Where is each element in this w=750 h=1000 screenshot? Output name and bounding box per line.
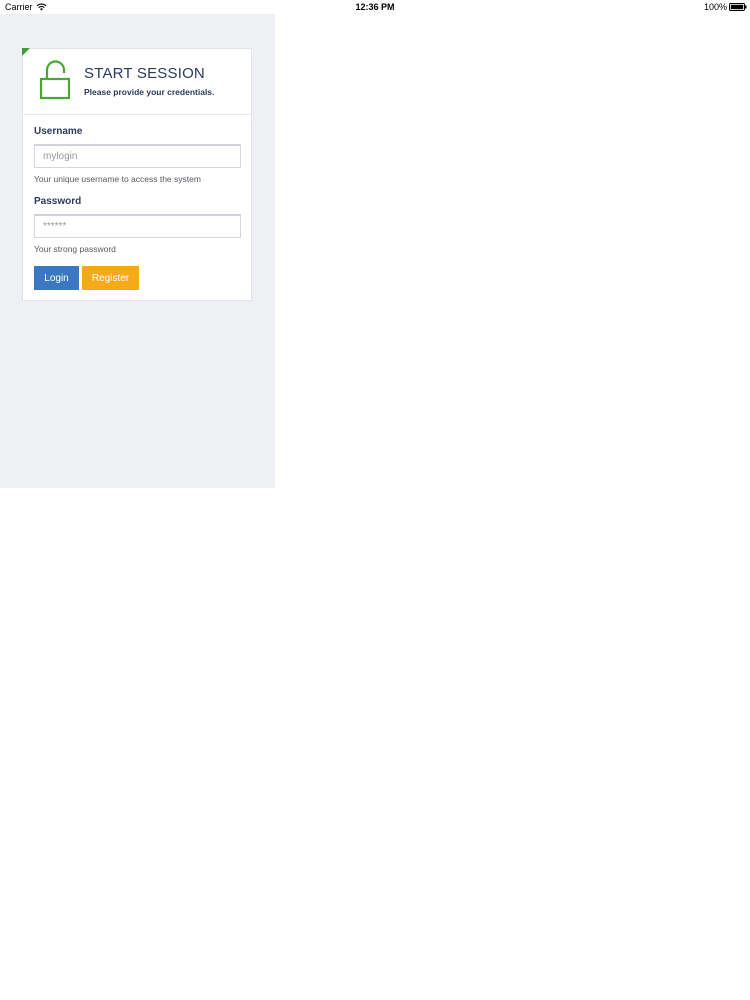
unlocked-padlock-icon bbox=[39, 60, 71, 100]
battery-icon bbox=[729, 3, 747, 11]
status-bar: Carrier 12:36 PM 100% bbox=[0, 0, 750, 14]
password-label: Password bbox=[34, 196, 82, 207]
card-header: START SESSION Please provide your creden… bbox=[23, 49, 251, 115]
username-label: Username bbox=[34, 126, 83, 137]
register-button[interactable]: Register bbox=[82, 266, 139, 290]
username-input[interactable] bbox=[34, 144, 241, 168]
username-help: Your unique username to access the syste… bbox=[34, 174, 201, 184]
login-card: START SESSION Please provide your creden… bbox=[22, 48, 252, 301]
card-subtitle: Please provide your credentials. bbox=[84, 87, 215, 97]
status-right: 100% bbox=[704, 2, 747, 12]
card-title: START SESSION bbox=[84, 65, 205, 82]
login-button[interactable]: Login bbox=[34, 266, 79, 290]
password-help: Your strong password bbox=[34, 244, 116, 254]
battery-percent: 100% bbox=[703, 2, 727, 12]
app-frame: START SESSION Please provide your creden… bbox=[0, 14, 275, 488]
password-input[interactable] bbox=[34, 214, 241, 238]
clock: 12:36 PM bbox=[355, 2, 395, 12]
